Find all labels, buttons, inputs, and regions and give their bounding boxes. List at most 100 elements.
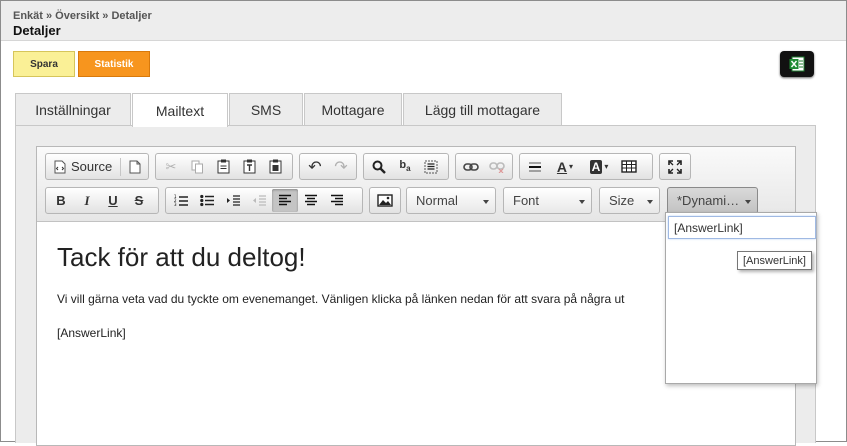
- link-icon: [463, 162, 479, 171]
- mail-paragraph: Vi vill gärna veta vad du tyckte om even…: [57, 292, 625, 306]
- undo-icon: ↶: [308, 158, 322, 176]
- redo-button[interactable]: ↷: [328, 155, 354, 178]
- excel-export-button[interactable]: [780, 51, 814, 77]
- source-icon: [54, 160, 66, 173]
- table-button[interactable]: [616, 155, 642, 178]
- select-all-icon: [424, 160, 438, 173]
- undo-button[interactable]: ↶: [302, 155, 328, 178]
- font-value: Font: [513, 193, 540, 208]
- toolbar-group-find: ba: [363, 153, 449, 180]
- dropdown-item-answerlink[interactable]: [AnswerLink]: [668, 216, 816, 239]
- tooltip: [AnswerLink]: [737, 251, 812, 270]
- find-button[interactable]: [366, 155, 392, 178]
- dynamic-fields-select[interactable]: *Dynami…: [667, 187, 758, 214]
- paste-as-text-button[interactable]: [236, 155, 262, 178]
- breadcrumb[interactable]: Enkät » Översikt » Detaljer: [13, 10, 152, 22]
- align-left-button[interactable]: [272, 189, 298, 212]
- format-value: Normal: [416, 193, 458, 208]
- align-center-button[interactable]: [298, 189, 324, 212]
- align-right-button[interactable]: [324, 189, 350, 212]
- align-left-icon: [279, 194, 291, 206]
- decrease-indent-button[interactable]: [246, 189, 272, 212]
- bulleted-list-icon: [200, 194, 214, 207]
- numbered-list-icon: 123: [174, 194, 188, 207]
- dynamic-fields-dropdown: [AnswerLink]: [665, 212, 817, 384]
- statistics-button[interactable]: Statistik: [78, 51, 150, 77]
- italic-button[interactable]: I: [74, 189, 100, 212]
- replace-icon: ba: [399, 159, 411, 174]
- toolbar-group-clipboard: ✂: [155, 153, 293, 180]
- strikethrough-button[interactable]: S: [126, 189, 152, 212]
- toolbar-group-insert: A ▾ A ▾: [519, 153, 653, 180]
- outdent-icon: [253, 195, 266, 206]
- increase-indent-button[interactable]: [220, 189, 246, 212]
- chevron-down-icon: [647, 200, 653, 204]
- tab-lagg-till-mottagare[interactable]: Lägg till mottagare: [403, 93, 562, 126]
- image-icon: [377, 194, 393, 207]
- unlink-icon: [489, 161, 505, 173]
- toolbar-group-links: [455, 153, 513, 180]
- replace-button[interactable]: ba: [392, 155, 418, 178]
- maximize-button[interactable]: [662, 155, 688, 178]
- underline-icon: U: [108, 193, 118, 208]
- size-select[interactable]: Size: [599, 187, 660, 214]
- save-button[interactable]: Spara: [13, 51, 75, 77]
- strikethrough-icon: S: [134, 193, 144, 208]
- new-page-button[interactable]: [123, 155, 146, 178]
- search-icon: [372, 160, 386, 174]
- new-page-icon: [129, 160, 141, 173]
- size-value: Size: [609, 193, 635, 208]
- separator: [120, 157, 122, 176]
- indent-icon: [227, 195, 240, 206]
- dynamic-fields-value: *Dynami…: [677, 193, 740, 208]
- answer-link-placeholder: [AnswerLink]: [57, 326, 126, 340]
- chevron-down-icon: [745, 200, 751, 204]
- copy-button[interactable]: [184, 155, 210, 178]
- toolbar-group-view: [659, 153, 691, 180]
- paste-from-word-button[interactable]: [262, 155, 288, 178]
- background-color-icon: A: [589, 159, 603, 174]
- maximize-icon: [668, 159, 682, 174]
- select-all-button[interactable]: [418, 155, 444, 178]
- paste-icon: [217, 159, 229, 174]
- excel-icon: [789, 56, 805, 72]
- source-button[interactable]: Source: [48, 155, 118, 178]
- bulleted-list-button[interactable]: [194, 189, 220, 212]
- page-header: Enkät » Översikt » Detaljer Detaljer: [1, 1, 846, 41]
- background-color-button[interactable]: A ▾: [582, 155, 616, 178]
- link-button[interactable]: [458, 155, 484, 178]
- svg-text:3: 3: [174, 202, 177, 207]
- mail-heading: Tack för att du deltog!: [57, 242, 306, 272]
- toolbar-group-basic-styles: B I U S: [45, 187, 159, 214]
- tab-mailtext[interactable]: Mailtext: [132, 93, 228, 127]
- paste-button[interactable]: [210, 155, 236, 178]
- format-select[interactable]: Normal: [406, 187, 496, 214]
- font-select[interactable]: Font: [503, 187, 592, 214]
- bold-icon: B: [56, 193, 66, 208]
- chevron-down-icon: [483, 200, 489, 204]
- underline-button[interactable]: U: [100, 189, 126, 212]
- paste-word-icon: [269, 159, 281, 174]
- tab-sms[interactable]: SMS: [229, 93, 303, 126]
- unlink-button[interactable]: [484, 155, 510, 178]
- text-color-button[interactable]: A ▾: [548, 155, 582, 178]
- bold-button[interactable]: B: [48, 189, 74, 212]
- tab-mottagare[interactable]: Mottagare: [304, 93, 402, 126]
- text-color-icon: A: [556, 158, 568, 175]
- redo-icon: ↷: [334, 158, 348, 176]
- chevron-down-icon: ▾: [604, 162, 609, 171]
- image-button[interactable]: [372, 189, 398, 212]
- scissors-icon: ✂: [165, 158, 177, 174]
- source-label: Source: [71, 159, 113, 174]
- cut-button[interactable]: ✂: [158, 155, 184, 178]
- horizontal-line-icon: [529, 162, 541, 171]
- align-right-icon: [331, 194, 343, 206]
- paste-text-icon: [243, 159, 255, 174]
- italic-icon: I: [84, 192, 90, 208]
- horizontal-line-button[interactable]: [522, 155, 548, 178]
- tab-installningar[interactable]: Inställningar: [15, 93, 131, 126]
- toolbar-group-history: ↶ ↷: [299, 153, 357, 180]
- page-title: Detaljer: [13, 23, 61, 38]
- copy-icon: [191, 160, 203, 173]
- numbered-list-button[interactable]: 123: [168, 189, 194, 212]
